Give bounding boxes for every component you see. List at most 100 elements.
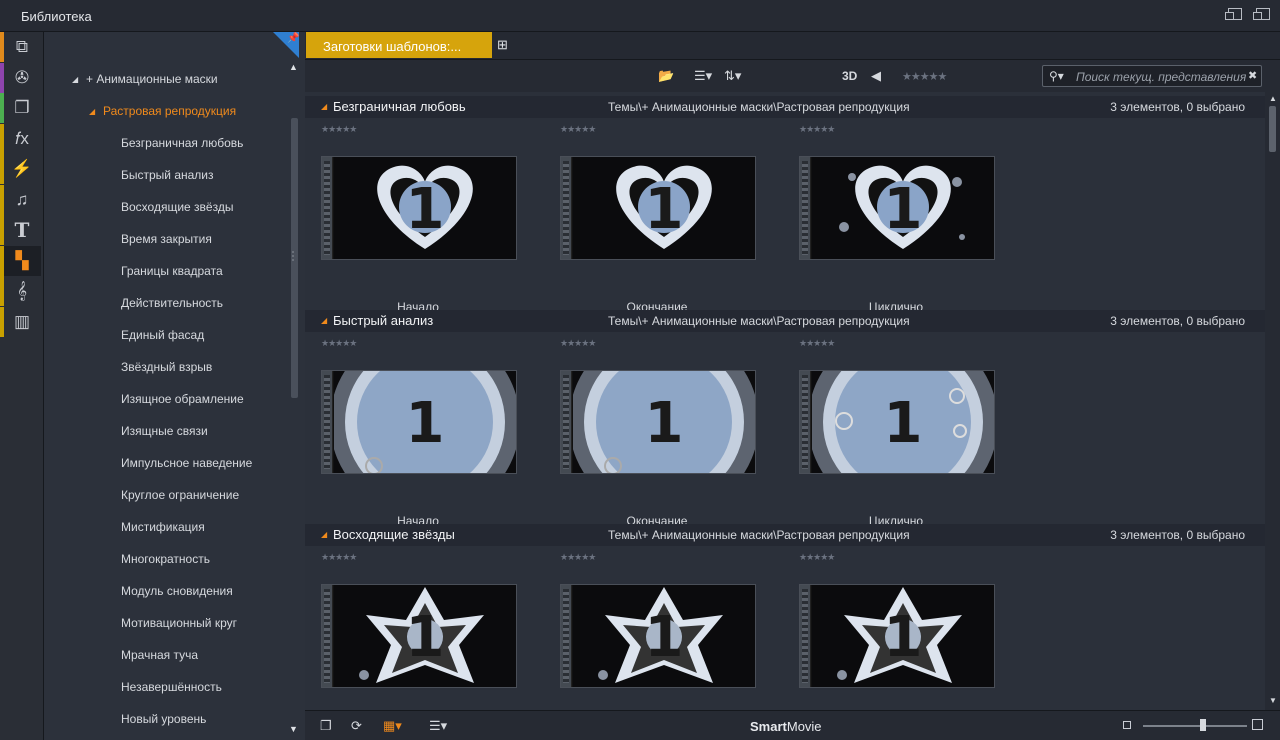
- list-view-icon[interactable]: ☰▾: [694, 68, 712, 84]
- sync-icon[interactable]: ⟳: [351, 718, 362, 734]
- rating-stars[interactable]: ★★★★★: [560, 124, 596, 135]
- template-group: ◢ Быстрый анализ Темы\+ Анимационные маски…: [305, 310, 1265, 528]
- rating-stars[interactable]: ★★★★★: [560, 338, 596, 349]
- rating-stars[interactable]: ★★★★★: [321, 338, 357, 349]
- rating-stars[interactable]: ★★★★★: [321, 124, 357, 135]
- clear-search-icon[interactable]: ✖: [1248, 69, 1257, 82]
- tree-node-root[interactable]: ◢ + Анимационные маски: [68, 72, 218, 86]
- template-item[interactable]: ★★★★★ 1 Циклично: [783, 118, 995, 314]
- category-montage[interactable]: ▚: [0, 245, 41, 276]
- details-view-icon[interactable]: ☰▾: [429, 718, 447, 734]
- tree-item[interactable]: Модуль сновидения: [121, 584, 233, 598]
- zoom-slider-thumb[interactable]: [1200, 719, 1207, 731]
- scroll-up-icon[interactable]: ▲: [1269, 94, 1277, 103]
- view-3d-toggle[interactable]: 3D: [842, 69, 857, 83]
- category-piano[interactable]: ▥: [0, 306, 41, 337]
- tree-item[interactable]: Изящное обрамление: [121, 392, 244, 406]
- tree-item[interactable]: Быстрый анализ: [121, 168, 214, 182]
- tree-item[interactable]: Круглое ограничение: [121, 488, 239, 502]
- template-item[interactable]: ★★★★★ 1: [305, 546, 517, 710]
- tab-templates[interactable]: Заготовки шаблонов:...: [306, 32, 492, 58]
- category-treble-clef[interactable]: 𝄞: [0, 276, 41, 306]
- smartmovie-button[interactable]: SmartMovie: [750, 719, 822, 734]
- rating-stars[interactable]: ★★★★★: [560, 552, 596, 563]
- collapse-arrow-icon[interactable]: ◢: [321, 102, 327, 111]
- template-thumbnail[interactable]: 1: [799, 584, 995, 688]
- tree-item[interactable]: Безграничная любовь: [121, 136, 243, 150]
- template-thumbnail[interactable]: 1: [799, 370, 995, 474]
- group-count: 3 элементов, 0 выбрано: [1110, 100, 1245, 114]
- tag-icon[interactable]: ◀: [871, 68, 881, 84]
- tree-item[interactable]: Мотивационный круг: [121, 616, 237, 630]
- pin-icon[interactable]: 📌: [287, 33, 299, 44]
- add-tab-icon[interactable]: ⊞: [497, 37, 508, 53]
- folder-icon[interactable]: 📂: [658, 68, 674, 84]
- grid-view-icon[interactable]: ▦▾: [383, 718, 402, 734]
- search-input[interactable]: Поиск текущ. представления: [1076, 70, 1248, 84]
- tree-item[interactable]: Новый уровень: [121, 712, 206, 726]
- text-icon: T: [14, 218, 30, 242]
- template-item[interactable]: ★★★★★ 1 Окончание: [544, 332, 756, 528]
- copy-icon[interactable]: ❐: [320, 718, 332, 734]
- scrollbar-thumb[interactable]: [1269, 106, 1276, 152]
- group-header[interactable]: ◢ Быстрый анализ Темы\+ Анимационные маски…: [305, 310, 1265, 332]
- search-icon[interactable]: ⚲▾: [1049, 69, 1064, 83]
- tree-item[interactable]: Незавершённость: [121, 680, 222, 694]
- content-scrollbar[interactable]: ▲ ▼: [1265, 92, 1280, 710]
- group-header[interactable]: ◢ Безграничная любовь Темы\+ Анимационные …: [305, 96, 1265, 118]
- category-lightning[interactable]: ⚡: [0, 154, 41, 184]
- tree-item[interactable]: Единый фасад: [121, 328, 204, 342]
- scroll-down-icon[interactable]: ▼: [289, 724, 298, 734]
- template-thumbnail[interactable]: 1: [321, 156, 517, 260]
- rating-stars[interactable]: ★★★★★: [321, 552, 357, 563]
- category-music-note[interactable]: ♫: [0, 184, 41, 215]
- category-fx[interactable]: 𝑓x: [0, 123, 41, 154]
- tree-item[interactable]: Звёздный взрыв: [121, 360, 212, 374]
- collapse-arrow-icon[interactable]: ◢: [72, 75, 78, 84]
- tree-item[interactable]: Границы квадрата: [121, 264, 223, 278]
- tree-item[interactable]: Восходящие звёзды: [121, 200, 233, 214]
- template-thumbnail[interactable]: 1: [799, 156, 995, 260]
- template-thumbnail[interactable]: 1: [560, 584, 756, 688]
- rating-stars[interactable]: ★★★★★: [799, 338, 835, 349]
- template-thumbnail[interactable]: 1: [560, 370, 756, 474]
- tree-item[interactable]: Мистификация: [121, 520, 205, 534]
- template-item[interactable]: ★★★★★ 1 Окончание: [544, 118, 756, 314]
- zoom-slider[interactable]: [1143, 725, 1247, 727]
- template-thumbnail[interactable]: 1: [321, 584, 517, 688]
- detach-window-icon[interactable]: [1253, 8, 1270, 20]
- tree-item[interactable]: Мрачная туча: [121, 648, 198, 662]
- scroll-down-icon[interactable]: ▼: [1269, 696, 1277, 705]
- template-thumbnail[interactable]: 1: [321, 370, 517, 474]
- category-film-reel[interactable]: ✇: [0, 62, 41, 93]
- zoom-in-icon[interactable]: [1252, 719, 1263, 730]
- rating-stars[interactable]: ★★★★★: [799, 124, 835, 135]
- rating-stars[interactable]: ★★★★★: [799, 552, 835, 563]
- restore-window-icon[interactable]: [1225, 8, 1242, 20]
- resize-grip[interactable]: [292, 251, 296, 261]
- template-item[interactable]: ★★★★★ 1: [783, 546, 995, 710]
- tree-node-selected[interactable]: ◢ Растровая репродукция: [88, 104, 236, 118]
- template-thumbnail[interactable]: 1: [560, 156, 756, 260]
- template-item[interactable]: ★★★★★ 1 Циклично: [783, 332, 995, 528]
- template-item[interactable]: ★★★★★ 1 Начало: [305, 332, 517, 528]
- collapse-arrow-icon[interactable]: ◢: [321, 530, 327, 539]
- search-box[interactable]: ⚲▾ Поиск текущ. представления ✖: [1042, 65, 1262, 87]
- category-photos[interactable]: ❐: [0, 93, 41, 123]
- tree-item[interactable]: Действительность: [121, 296, 223, 310]
- category-layers[interactable]: ⧉: [0, 32, 41, 62]
- collapse-arrow-icon[interactable]: ◢: [89, 107, 95, 116]
- zoom-out-icon[interactable]: [1123, 721, 1131, 729]
- category-text[interactable]: T: [0, 215, 41, 245]
- template-item[interactable]: ★★★★★ 1 Начало: [305, 118, 517, 314]
- sort-icon[interactable]: ⇅▾: [724, 68, 741, 84]
- group-header[interactable]: ◢ Восходящие звёзды Темы\+ Анимационные ма…: [305, 524, 1265, 546]
- rating-filter[interactable]: ★★★★★: [902, 70, 947, 83]
- template-item[interactable]: ★★★★★ 1: [544, 546, 756, 710]
- tree-item[interactable]: Изящные связи: [121, 424, 208, 438]
- tree-item[interactable]: Многократность: [121, 552, 210, 566]
- tree-item[interactable]: Импульсное наведение: [121, 456, 252, 470]
- tree-item[interactable]: Время закрытия: [121, 232, 212, 246]
- collapse-arrow-icon[interactable]: ◢: [321, 316, 327, 325]
- scroll-up-icon[interactable]: ▲: [289, 62, 298, 72]
